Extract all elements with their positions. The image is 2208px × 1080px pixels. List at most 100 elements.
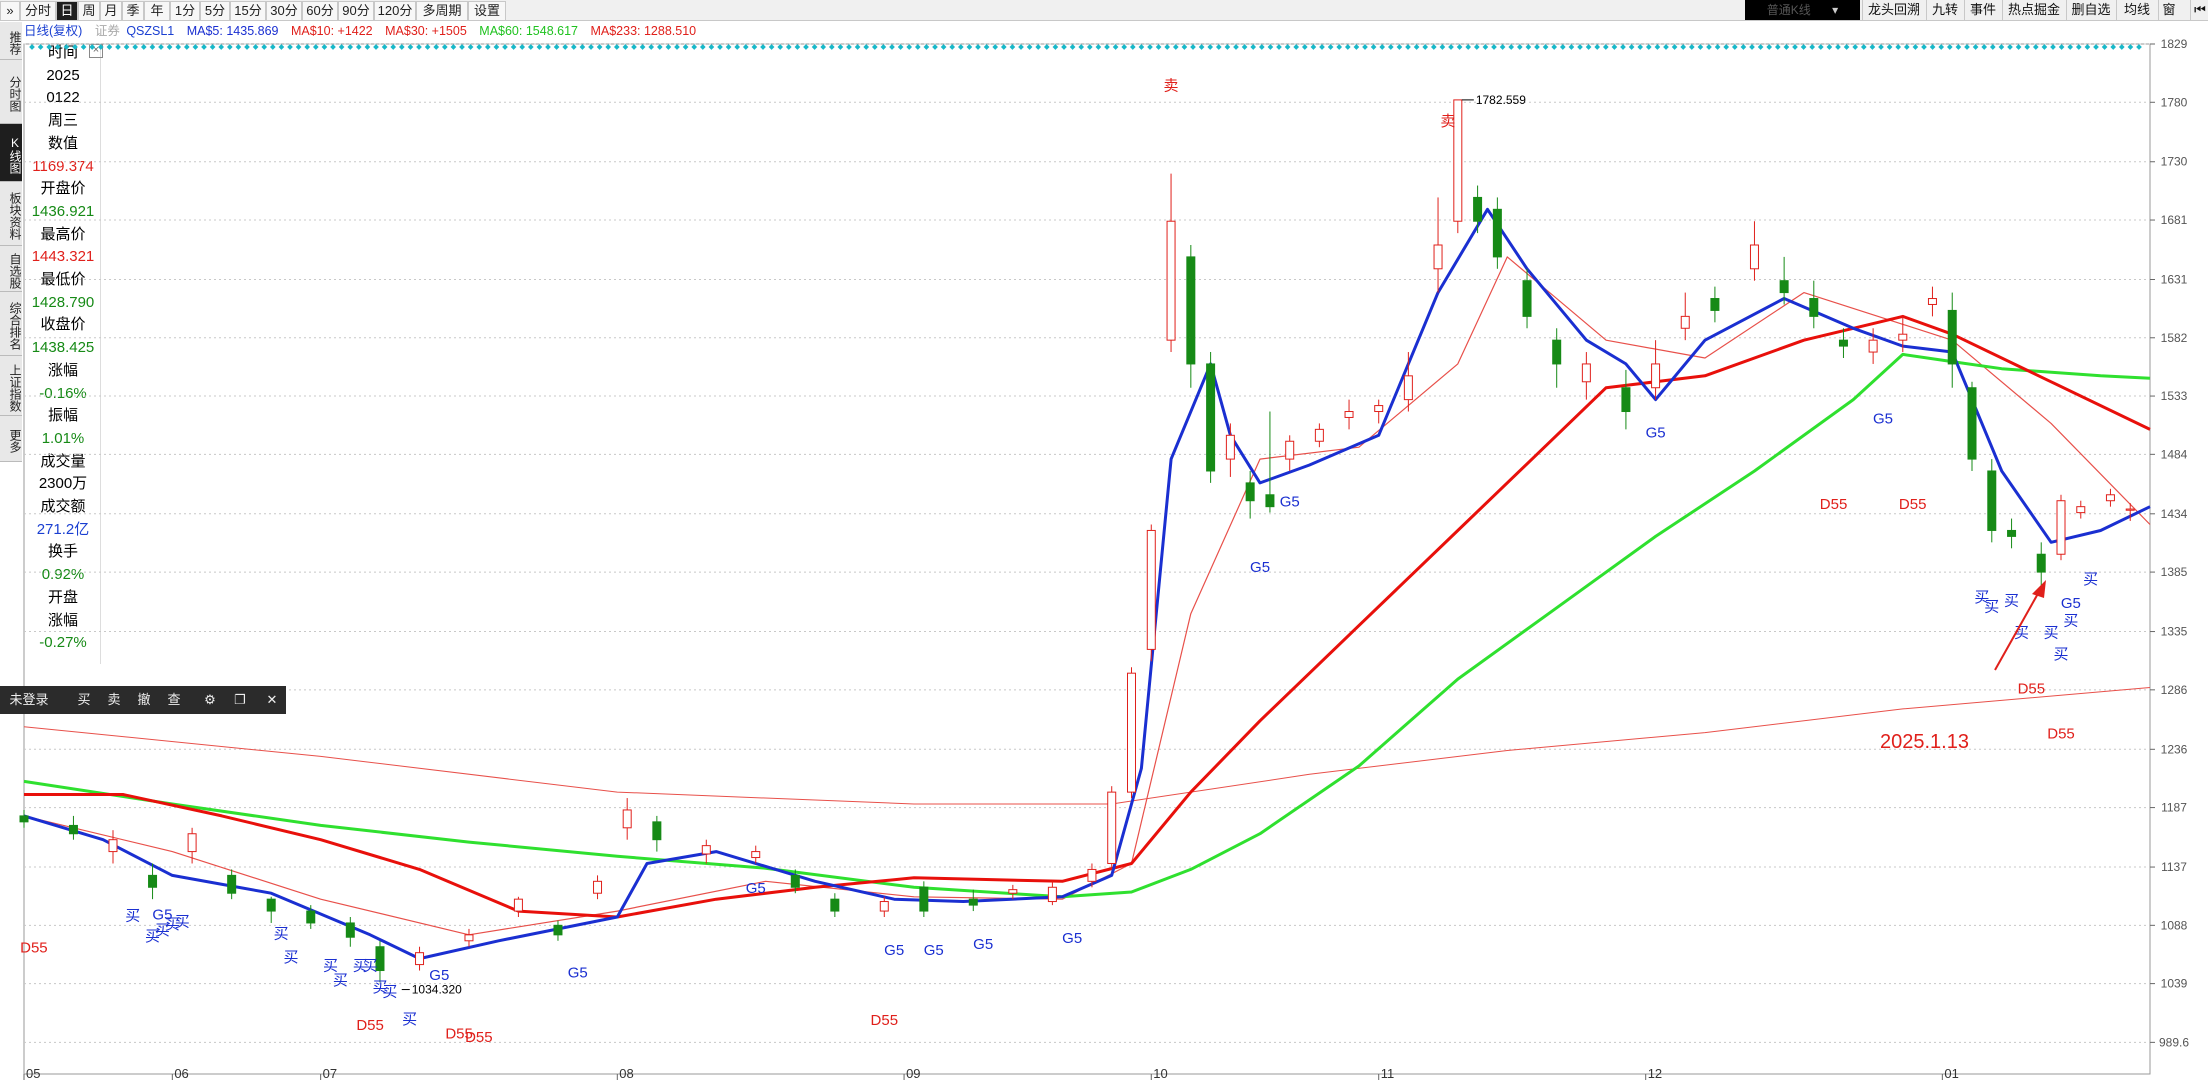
top-marker (1903, 44, 1910, 50)
trade-button-3[interactable]: 撤 (134, 686, 154, 714)
trade-button-4[interactable]: 查 (164, 686, 184, 714)
top-marker (1267, 44, 1274, 50)
top-marker (1095, 44, 1102, 50)
candle-body (622, 809, 632, 829)
top-marker (510, 44, 517, 50)
window-icon[interactable]: ❐ (230, 686, 250, 714)
top-marker (1637, 44, 1644, 50)
candle-body (652, 821, 662, 841)
top-marker (1585, 44, 1592, 50)
top-marker (1516, 44, 1523, 50)
signal-label: G5 (568, 965, 588, 982)
top-marker (562, 44, 569, 50)
x-tick-label: 07 (323, 1066, 337, 1080)
top-marker (1508, 44, 1515, 50)
x-tick-label: 11 (1381, 1066, 1395, 1080)
y-tick-label: 1039 (2161, 977, 2188, 991)
gear-icon[interactable]: ⚙ (200, 686, 220, 714)
top-marker (416, 44, 422, 50)
top-marker (201, 44, 207, 50)
top-marker (785, 44, 792, 50)
top-marker (2110, 44, 2117, 50)
top-marker (72, 44, 78, 50)
x-tick-label: 10 (1153, 1066, 1167, 1080)
top-marker (1757, 44, 1764, 50)
signal-label: G5 (2061, 595, 2081, 612)
candle-body (1245, 482, 1255, 502)
signal-label: D55 (2047, 726, 2075, 743)
top-marker (846, 44, 852, 50)
signal-label: 卖 (1164, 77, 1179, 94)
top-marker (837, 44, 844, 50)
top-marker (1061, 44, 1067, 50)
top-marker (123, 44, 130, 50)
candle-body (306, 910, 316, 924)
top-marker (1886, 44, 1893, 50)
trade-button-1[interactable]: 买 (74, 686, 94, 714)
x-tick-label: 01 (1944, 1066, 1958, 1080)
top-marker (1654, 44, 1661, 50)
signal-label: D55 (1820, 496, 1848, 513)
top-marker (1559, 44, 1566, 50)
candle-body (1146, 529, 1156, 650)
signal-label: 买 (402, 1011, 417, 1028)
top-marker (89, 44, 96, 50)
candle-body (68, 824, 78, 835)
trade-button-2[interactable]: 卖 (104, 686, 124, 714)
top-marker (1439, 44, 1446, 50)
top-marker (2007, 44, 2013, 50)
candle-body (701, 845, 711, 855)
top-marker (158, 44, 164, 50)
top-marker (1723, 44, 1730, 50)
top-marker (364, 44, 371, 50)
candle-body (513, 898, 523, 912)
kline-chart[interactable]: 1829 1780 1730 1681 1631 1582 1533 1484 1434 1385… (0, 0, 2208, 1080)
candle-body (968, 898, 978, 906)
top-marker (373, 44, 379, 50)
top-marker (1172, 44, 1179, 50)
top-marker (665, 44, 672, 50)
candle-body (19, 815, 29, 823)
top-marker (1413, 44, 1420, 50)
signal-label: 买 (1984, 598, 1999, 615)
top-marker (63, 44, 70, 50)
top-marker (1035, 44, 1042, 50)
top-marker (966, 44, 973, 50)
top-marker (1491, 44, 1497, 50)
ma60-line (23, 352, 2151, 899)
top-marker (570, 44, 577, 50)
top-marker (2075, 44, 2082, 50)
candle-body (1206, 363, 1216, 472)
top-marker (992, 44, 999, 50)
top-marker (493, 44, 500, 50)
signal-label: G5 (1873, 410, 1893, 427)
top-marker (1104, 44, 1110, 50)
login-status[interactable]: 未登录 (4, 686, 54, 714)
top-marker (1155, 44, 1162, 50)
signal-label: 买 (2004, 592, 2019, 609)
top-marker (553, 44, 560, 50)
candle-body (1265, 494, 1275, 508)
top-marker (983, 44, 990, 50)
top-marker (708, 44, 715, 50)
top-marker (1611, 44, 1618, 50)
top-marker (1921, 44, 1927, 50)
y-tick-label: 1187 (2161, 801, 2187, 815)
candle-body (1314, 428, 1324, 442)
candle-body (1403, 375, 1413, 401)
top-marker (734, 44, 741, 50)
top-marker (1069, 44, 1076, 50)
signal-label: 卖 (1440, 113, 1455, 130)
candle-body (593, 880, 603, 894)
top-marker (1766, 44, 1773, 50)
candle-body (2007, 529, 2017, 537)
top-marker (1680, 44, 1687, 50)
signal-label: 买 (2063, 613, 2078, 630)
top-marker (725, 44, 732, 50)
candle-body (1107, 791, 1117, 864)
signal-label: 买 (125, 908, 140, 925)
top-marker (1792, 44, 1798, 50)
signal-label: D55 (20, 940, 48, 957)
close-icon[interactable]: ✕ (262, 686, 282, 714)
top-marker (1138, 44, 1145, 50)
